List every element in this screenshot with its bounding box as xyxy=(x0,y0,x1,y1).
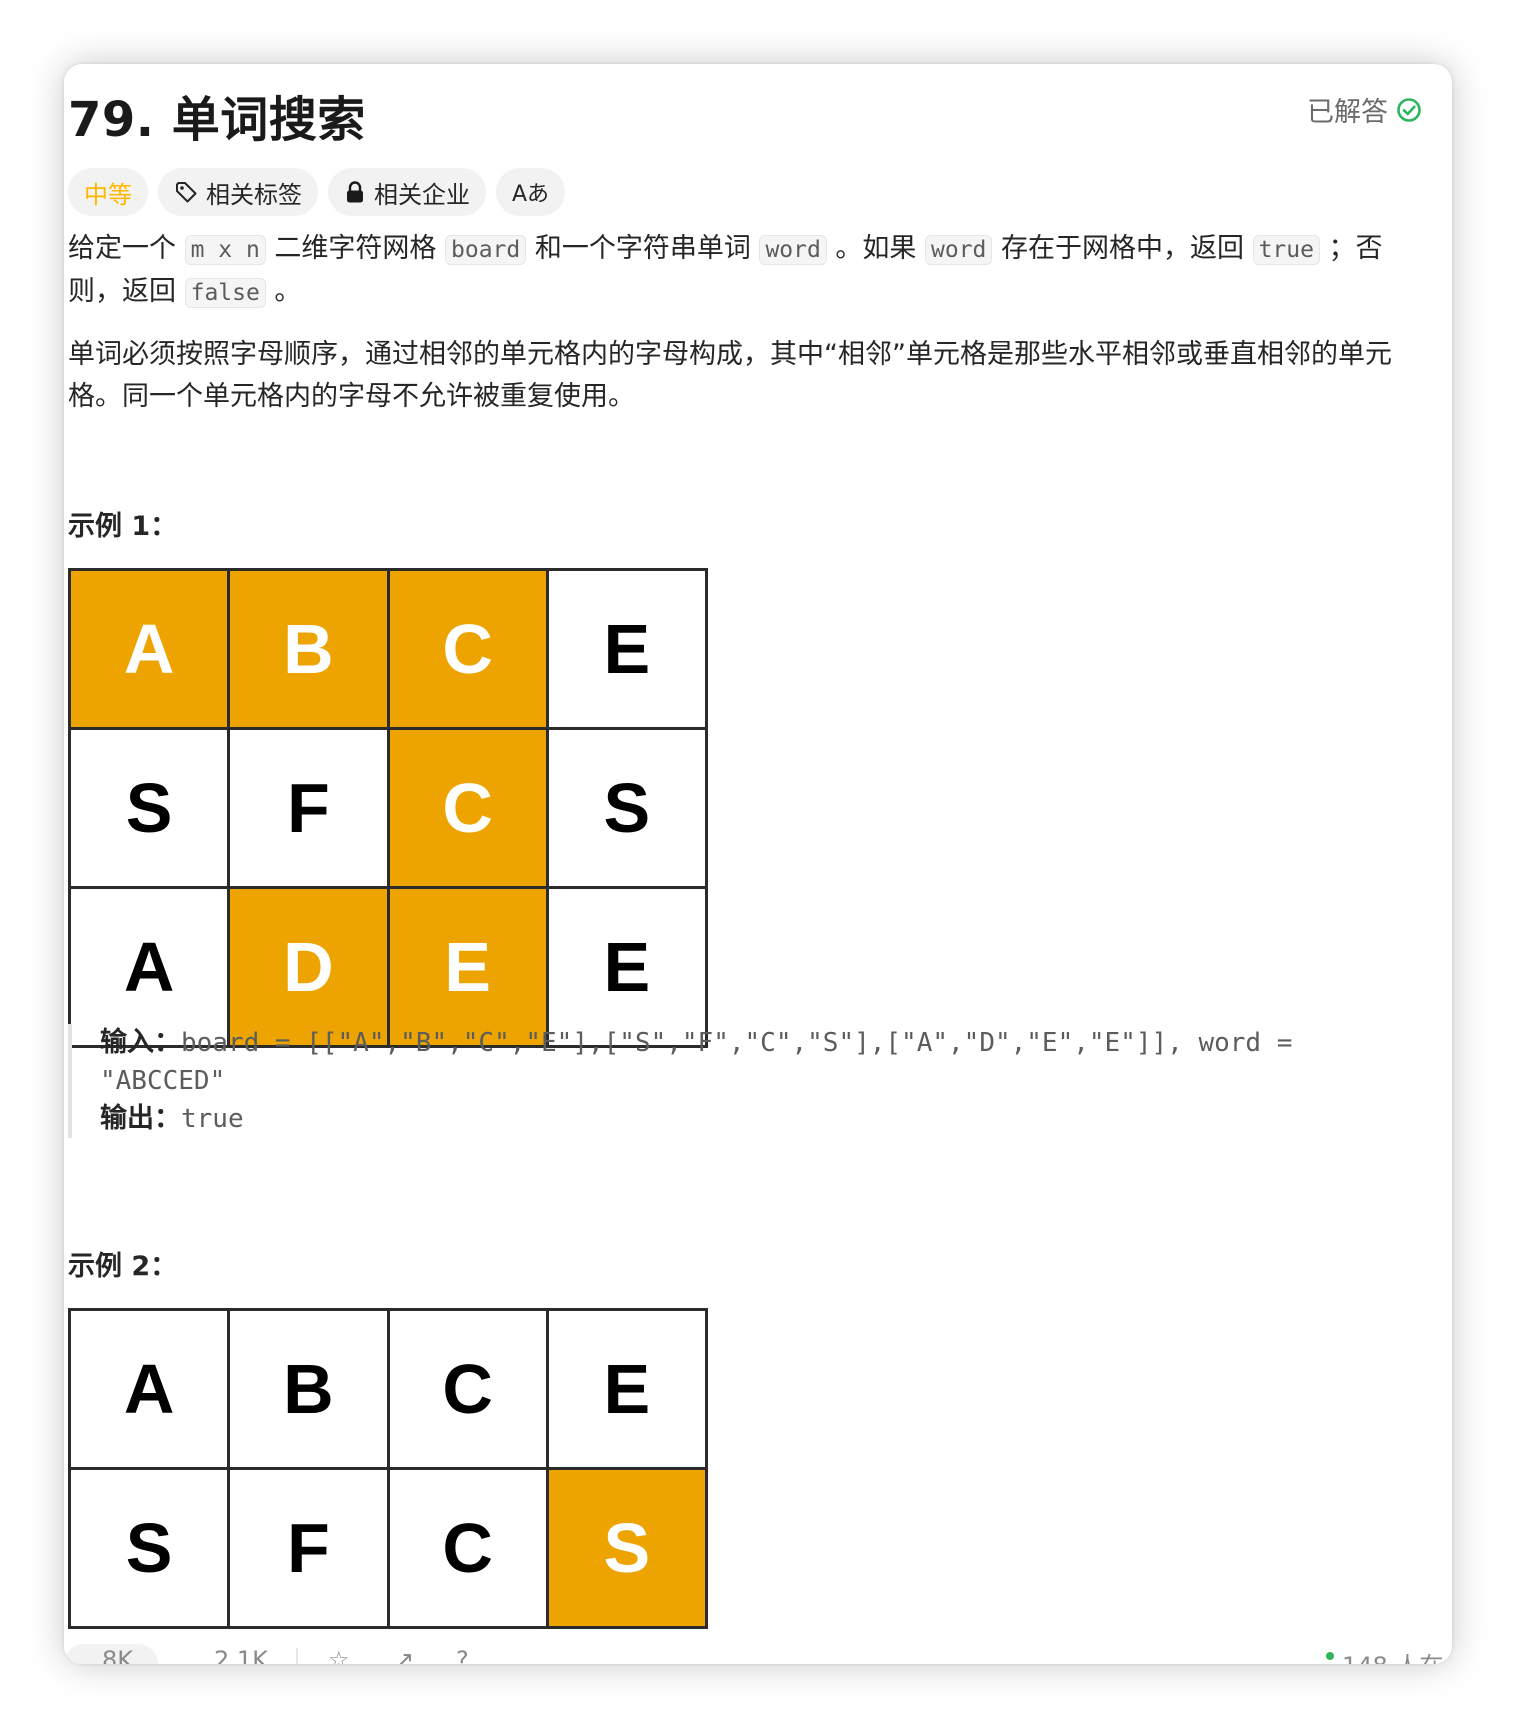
example1-board-cell: A xyxy=(71,889,228,1045)
inline-code: board xyxy=(445,235,527,265)
output-value: true xyxy=(181,1104,244,1134)
example1-board-cell: E xyxy=(389,889,546,1045)
share-icon[interactable]: ↗ xyxy=(394,1646,414,1664)
example1-board-cell: S xyxy=(71,730,228,886)
example-2-board: ABCESFCS xyxy=(68,1308,708,1629)
divider xyxy=(296,1648,298,1664)
example-1-input: 输入：board = [["A","B","C","E"],["S","F","… xyxy=(100,1024,1428,1100)
problem-content: 79. 单词搜索 已解答 中等 相关标签 相关企业 Aあ 给定一个 m x n … xyxy=(68,64,1438,1636)
desc-text: 和一个字符串单词 xyxy=(526,233,760,264)
desc-text: 。如果 xyxy=(826,233,925,264)
translate-icon: Aあ xyxy=(512,182,550,207)
solved-label: 已解答 xyxy=(1307,97,1388,128)
example1-board-cell: E xyxy=(548,571,705,727)
example-1-board: ABCESFCSADEE xyxy=(68,568,708,1048)
difficulty-label: 中等 xyxy=(84,180,132,209)
translate-button[interactable]: Aあ xyxy=(496,168,566,216)
desc-text: 给定一个 xyxy=(68,233,185,264)
example2-board-cell: C xyxy=(389,1311,546,1467)
example2-board-cell: F xyxy=(230,1470,387,1626)
related-companies-button[interactable]: 相关企业 xyxy=(328,168,486,216)
example-1-title: 示例 1： xyxy=(68,511,178,542)
comment-count[interactable]: 2.1K xyxy=(214,1646,268,1664)
check-circle-icon xyxy=(1396,97,1422,123)
example1-board-cell: A xyxy=(71,571,228,727)
example1-board-cell: F xyxy=(230,730,387,886)
bottom-action-bar: 8K 2.1K ☆ ↗ ? 148 人在 xyxy=(64,1636,1452,1664)
online-count: 148 人在 xyxy=(1342,1646,1443,1664)
input-label: 输入： xyxy=(100,1027,181,1058)
description-paragraph-1: 给定一个 m x n 二维字符网格 board 和一个字符串单词 word 。如… xyxy=(68,228,1428,314)
example-1-io: 输入：board = [["A","B","C","E"],["S","F","… xyxy=(68,1024,1428,1138)
inline-code: false xyxy=(184,278,266,308)
example-1-output: 输出：true xyxy=(100,1100,1428,1138)
desc-text: 存在于网格中，返回 xyxy=(992,233,1253,264)
like-count: 8K xyxy=(102,1646,134,1664)
solved-status: 已解答 xyxy=(1307,90,1422,129)
desc-text: 。 xyxy=(265,276,302,307)
lock-icon xyxy=(344,180,366,204)
difficulty-badge[interactable]: 中等 xyxy=(68,168,148,216)
help-icon[interactable]: ? xyxy=(456,1646,469,1664)
example1-board-cell: D xyxy=(230,889,387,1045)
related-companies-label: 相关企业 xyxy=(374,180,470,209)
tag-icon xyxy=(174,180,198,204)
input-value: board = [["A","B","C","E"],["S","F","C",… xyxy=(100,1028,1293,1096)
inline-code: word xyxy=(925,235,993,265)
tag-row: 中等 相关标签 相关企业 Aあ xyxy=(68,168,566,218)
example2-board-cell: S xyxy=(71,1470,228,1626)
example1-board-cell: E xyxy=(548,889,705,1045)
star-icon[interactable]: ☆ xyxy=(328,1646,350,1664)
example1-board-cell: S xyxy=(548,730,705,886)
inline-code: m x n xyxy=(184,235,266,265)
description-paragraph-2: 单词必须按照字母顺序，通过相邻的单元格内的字母构成，其中“相邻”单元格是那些水平… xyxy=(68,339,1392,412)
related-tags-label: 相关标签 xyxy=(206,180,302,209)
example1-board-cell: C xyxy=(389,730,546,886)
desc-text: 二维字符网格 xyxy=(265,233,446,264)
title-row: 79. 单词搜索 已解答 xyxy=(68,80,1438,148)
online-indicator-icon xyxy=(1326,1652,1334,1660)
example-2-title: 示例 2： xyxy=(68,1251,178,1282)
problem-title: 79. 单词搜索 xyxy=(68,92,366,148)
example2-board-cell: A xyxy=(71,1311,228,1467)
inline-code: true xyxy=(1252,235,1320,265)
output-label: 输出： xyxy=(100,1103,181,1134)
example1-board-cell: C xyxy=(389,571,546,727)
example2-board-cell: E xyxy=(548,1311,705,1467)
example1-board-cell: B xyxy=(230,571,387,727)
problem-panel: 79. 单词搜索 已解答 中等 相关标签 相关企业 Aあ 给定一个 m x n … xyxy=(64,64,1452,1664)
inline-code: word xyxy=(759,235,827,265)
example2-board-cell: S xyxy=(548,1470,705,1626)
example2-board-cell: B xyxy=(230,1311,387,1467)
example2-board-cell: C xyxy=(389,1470,546,1626)
related-tags-button[interactable]: 相关标签 xyxy=(158,168,318,216)
